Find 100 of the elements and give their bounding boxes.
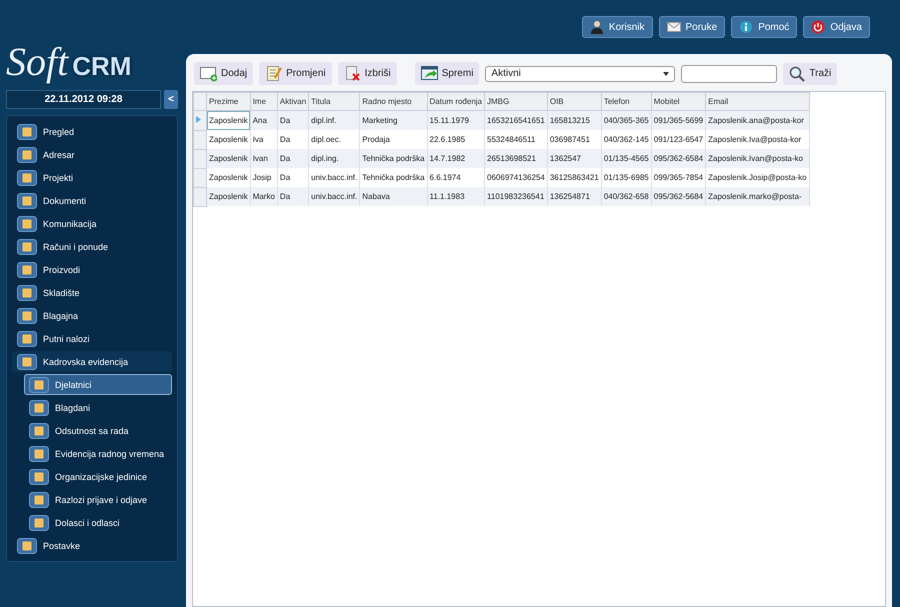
menu-item[interactable]: Dolasci i odlasci [24, 512, 172, 533]
row-header[interactable] [194, 110, 206, 130]
menu-item[interactable]: Djelatnici [24, 374, 172, 395]
row-header[interactable] [194, 187, 206, 206]
table-cell: 136254871 [547, 187, 602, 206]
menu-item[interactable]: Komunikacija [12, 213, 172, 234]
search-button[interactable]: Traži [783, 62, 838, 84]
column-header[interactable]: Aktivan [277, 92, 309, 110]
table-cell: Marko [250, 187, 278, 206]
column-header[interactable]: Titula [308, 92, 360, 110]
table-cell: 15.11.1979 [427, 110, 485, 130]
column-header[interactable]: OIB [547, 92, 602, 110]
table-cell: 26513698521 [484, 149, 548, 168]
table-cell: Zaposlenik.marko@posta- [706, 187, 810, 206]
tile-icon [17, 216, 37, 232]
tile-icon [17, 146, 37, 162]
table-cell: 11.1.1983 [427, 187, 485, 206]
table-cell: Marketing [360, 110, 428, 130]
menu-item[interactable]: Adresar [12, 144, 172, 165]
tile-icon [17, 192, 37, 208]
table-cell: 095/362-5684 [651, 187, 706, 206]
menu-item[interactable]: Organizacijske jedinice [24, 466, 172, 487]
tile-icon [17, 124, 37, 140]
table-cell: Nabava [360, 187, 428, 206]
logo-bold-text: CRM [72, 53, 132, 79]
window-plus-icon [200, 65, 217, 82]
table-cell: dipl.inf. [308, 110, 360, 130]
toolbar-button[interactable]: Izbriši [338, 62, 397, 85]
search-field[interactable] [681, 64, 778, 82]
table-cell: Zaposlenik [206, 187, 250, 206]
menu-item[interactable]: Razlozi prijave i odjave [24, 489, 172, 510]
tile-icon [17, 538, 37, 554]
menu-item[interactable]: Skladište [12, 282, 172, 303]
menu-item[interactable]: Projekti [12, 167, 172, 188]
table-cell: 1101983236541 [484, 187, 548, 206]
table-cell: Da [277, 110, 309, 130]
row-header[interactable] [194, 149, 206, 168]
caret-icon [663, 72, 670, 76]
tile-icon [17, 354, 37, 370]
tile-icon [29, 376, 49, 392]
tile-icon [17, 262, 37, 278]
header-button[interactable]: Korisnik [582, 16, 652, 38]
row-header-corner [194, 92, 206, 110]
column-header[interactable]: Datum rođenja [427, 92, 485, 110]
header-button[interactable]: Poruke [658, 16, 726, 38]
column-header[interactable]: Email [706, 92, 810, 110]
tile-icon [29, 422, 49, 438]
tile-icon [17, 330, 37, 346]
column-header[interactable]: Ime [250, 92, 278, 110]
menu-item[interactable]: Putni nalozi [12, 328, 172, 349]
row-header[interactable] [194, 130, 206, 149]
column-header[interactable]: Prezime [206, 92, 250, 110]
triangle-icon [196, 116, 201, 123]
table-cell: Zaposlenik [206, 149, 250, 168]
menu-item[interactable]: Proizvodi [12, 259, 172, 280]
menu-item[interactable]: Računi i ponude [12, 236, 172, 257]
table-cell: 1653216541651 [484, 110, 548, 130]
menu-item[interactable]: Evidencija radnog vremena [24, 443, 172, 464]
collapse-button[interactable]: < [164, 90, 178, 109]
table-cell: univ.bacc.inf. [308, 187, 360, 206]
header-button[interactable]: Odjava [803, 16, 870, 38]
table-cell: 14.7.1982 [427, 149, 485, 168]
header-button[interactable]: Pomoć [731, 16, 798, 38]
row-header[interactable] [194, 168, 206, 187]
toolbar-button[interactable]: Promjeni [259, 62, 332, 85]
power-icon [811, 20, 826, 34]
column-header[interactable]: JMBG [484, 92, 548, 110]
tile-icon [29, 514, 49, 530]
menu-item[interactable]: Dokumenti [12, 190, 172, 211]
notepad-icon [265, 65, 282, 82]
tile-icon [17, 308, 37, 324]
table-cell: Da [277, 187, 309, 206]
filter-dropdown[interactable]: Aktivni [485, 66, 676, 82]
table-cell: dipl.ing. [308, 149, 360, 168]
table-cell: Ivan [250, 149, 278, 168]
tile-icon [29, 492, 49, 508]
column-header[interactable]: Mobitel [651, 92, 706, 110]
menu-item[interactable]: Postavke [12, 535, 172, 556]
datetime-display: 22.11.2012 09:28 [6, 90, 161, 109]
table-cell: Zaposlenik [206, 110, 250, 130]
menu-item[interactable]: Pregled [12, 121, 172, 142]
table-cell: 165813215 [547, 110, 602, 130]
menu-item[interactable]: Blagdani [24, 397, 172, 418]
menu-item[interactable]: Kadrovska evidencija [12, 351, 172, 372]
envelope-icon [666, 20, 680, 34]
menu-item[interactable]: Blagajna [12, 305, 172, 326]
toolbar-button[interactable]: Dodaj [194, 62, 254, 85]
table-cell: 040/365-365 [601, 110, 652, 130]
column-header[interactable]: Radno mjesto [360, 92, 428, 110]
tile-icon [17, 238, 37, 254]
tile-icon [17, 170, 37, 186]
tile-icon [17, 284, 37, 300]
column-header[interactable]: Telefon [601, 92, 652, 110]
table-cell: 1362547 [547, 149, 602, 168]
toolbar-button[interactable]: Spremi [414, 62, 480, 85]
table-cell: 091/365-5699 [651, 110, 706, 130]
table-cell: Tehnička podrška [360, 149, 428, 168]
menu-item[interactable]: Odsutnost sa rada [24, 420, 172, 441]
search-icon [789, 66, 806, 82]
table-cell: Ana [250, 110, 278, 130]
